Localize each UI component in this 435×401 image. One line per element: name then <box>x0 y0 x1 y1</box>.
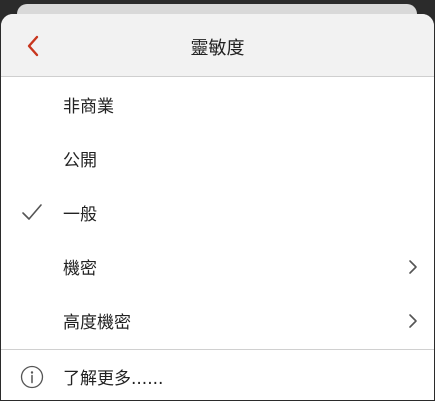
option-label: 一般 <box>63 204 97 225</box>
option-confidential[interactable]: 機密 <box>1 239 434 293</box>
option-label: 非商業 <box>63 96 114 117</box>
option-label: 公開 <box>63 150 97 171</box>
page-title: 靈敏度 <box>190 38 245 59</box>
learn-more-link[interactable]: 了解更多...... <box>1 350 434 400</box>
option-general[interactable]: 一般 <box>1 185 434 239</box>
option-public[interactable]: 公開 <box>1 131 434 185</box>
sensitivity-panel: 靈敏度 非商業 公開 一般 機密 高度機密 了解更多...... <box>1 14 434 400</box>
sensitivity-list: 非商業 公開 一般 機密 高度機密 <box>1 77 434 347</box>
info-icon <box>20 365 44 389</box>
panel-header: 靈敏度 <box>1 14 434 77</box>
chevron-right-icon <box>409 314 417 328</box>
learn-more-label: 了解更多...... <box>63 368 164 389</box>
option-label: 機密 <box>63 258 97 279</box>
option-label: 高度機密 <box>63 312 131 333</box>
option-non-business[interactable]: 非商業 <box>1 77 434 131</box>
chevron-right-icon <box>409 260 417 274</box>
option-highly-confidential[interactable]: 高度機密 <box>1 293 434 347</box>
checkmark-icon <box>22 204 42 220</box>
